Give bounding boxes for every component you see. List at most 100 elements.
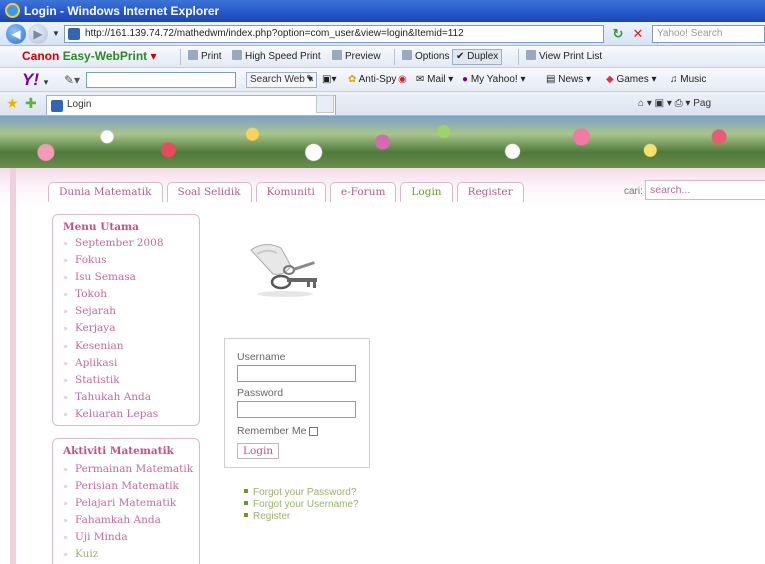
- menu-item-label: Uji Minda: [75, 531, 128, 544]
- bullet-icon: »: [63, 290, 68, 300]
- menu-item-label: Fahamkah Anda: [75, 514, 161, 527]
- games-button[interactable]: ◆ Games ▾: [606, 73, 657, 87]
- tab-favicon-icon: [51, 100, 63, 112]
- options-label: Options: [415, 51, 450, 62]
- bullet-icon: »: [63, 256, 68, 266]
- address-bar: ◀ ▶ ▼ http://161.139.74.72/mathedwm/inde…: [0, 22, 765, 46]
- bullet-icon: »: [63, 239, 68, 248]
- menu-item-tahukah-anda[interactable]: » Tahukah Anda: [63, 389, 164, 406]
- history-dropdown-icon[interactable]: ▼: [52, 29, 60, 38]
- mail-button[interactable]: ✉ Mail ▾: [416, 73, 453, 87]
- menu-item-tokoh[interactable]: » Tokoh: [63, 286, 164, 303]
- menu-item-sejarah[interactable]: » Sejarah: [63, 303, 164, 320]
- pencil-icon[interactable]: ✎▾: [64, 73, 80, 87]
- refresh-button[interactable]: ↻: [610, 26, 626, 42]
- login-links: Forgot your Password? Forgot your Userna…: [244, 487, 359, 523]
- menu-utama-list: » September 2008 » Fokus » Isu Semasa » Toko…: [63, 235, 164, 423]
- nav-tab-soal-selidik[interactable]: Soal Selidik: [166, 182, 252, 202]
- view-print-list-button[interactable]: View Print List: [526, 50, 602, 64]
- menu-item-kesenian[interactable]: » Kesenian: [63, 338, 164, 355]
- preview-button[interactable]: Preview: [332, 50, 381, 64]
- keys-icon: [250, 244, 317, 297]
- browser-search-placeholder: Yahoo! Search: [657, 28, 723, 39]
- menu-item-label: Perisian Matematik: [75, 480, 179, 493]
- page-favicon-icon: [68, 28, 80, 40]
- browser-search-input[interactable]: Yahoo! Search: [652, 25, 765, 43]
- print-button[interactable]: Print: [188, 50, 222, 64]
- register-link[interactable]: Register: [244, 511, 359, 523]
- nav-tab-login[interactable]: Login: [400, 182, 453, 202]
- menu-item-isu-semasa[interactable]: » Isu Semasa: [63, 269, 164, 286]
- bullet-icon: »: [63, 392, 68, 402]
- nav-tab-register[interactable]: Register: [456, 182, 524, 202]
- remember-me-label: Remember Me: [237, 425, 307, 437]
- menu-item-fokus[interactable]: » Fokus: [63, 252, 164, 269]
- anti-spy-icon: ✿: [348, 74, 359, 85]
- music-button[interactable]: ♫ Music: [670, 73, 706, 87]
- menu-item-keluaran-lepas[interactable]: » Keluaran Lepas: [63, 406, 164, 423]
- forgot-password-link[interactable]: Forgot your Password?: [244, 487, 359, 499]
- bullet-icon: »: [63, 273, 68, 283]
- bullet-icon: »: [63, 324, 68, 334]
- favorites-star-icon[interactable]: ★: [6, 95, 19, 112]
- options-button[interactable]: Options: [402, 50, 449, 64]
- highlight-icon[interactable]: ✎: [306, 73, 314, 87]
- news-button[interactable]: ▤ News ▾: [546, 73, 591, 87]
- add-favorite-icon[interactable]: ✚: [25, 95, 37, 112]
- menu-item-september-2008[interactable]: » September 2008: [63, 235, 164, 252]
- bullet-icon: »: [63, 482, 68, 492]
- aktiviti-title: Aktiviti Matematik: [63, 445, 174, 457]
- back-button[interactable]: ◀: [6, 24, 26, 44]
- bullet-icon: »: [63, 499, 68, 509]
- popup-blocker-icon[interactable]: ◉: [398, 73, 407, 87]
- remember-me-checkbox[interactable]: [309, 427, 318, 436]
- news-icon: ▤: [546, 74, 559, 85]
- menu-item-label: Isu Semasa: [75, 271, 136, 284]
- stop-button[interactable]: ✕: [630, 26, 646, 42]
- nav-tab-dunia-matematik[interactable]: Dunia Matematik: [48, 182, 163, 202]
- chevron-down-icon: ▾: [43, 77, 49, 87]
- username-input[interactable]: [237, 365, 356, 382]
- menu-item-label: Keluaran Lepas: [75, 407, 159, 420]
- command-bar[interactable]: ⌂ ▾ ▣ ▾ ⎙ ▾ Pag: [638, 98, 711, 109]
- menu-item-label: Pelajari Matematik: [75, 497, 177, 510]
- bullet-icon: [244, 501, 248, 505]
- browser-tab-login[interactable]: Login: [46, 95, 336, 115]
- menu-item-uji-minda[interactable]: » Uji Minda: [63, 529, 193, 546]
- menu-item-perisian-matematik[interactable]: » Perisian Matematik: [63, 478, 193, 495]
- forward-button[interactable]: ▶: [28, 24, 48, 44]
- menu-item-pelajari-matematik[interactable]: » Pelajari Matematik: [63, 495, 193, 512]
- my-yahoo-button[interactable]: ● My Yahoo! ▾: [462, 73, 526, 87]
- canon-brand[interactable]: Canon Easy-WebPrint ▾: [22, 49, 157, 63]
- yahoo-search-input[interactable]: [86, 72, 236, 88]
- password-input[interactable]: [237, 401, 356, 418]
- print-toolbar: Canon Easy-WebPrint ▾ Print High Speed P…: [0, 46, 765, 68]
- printer-icon: [188, 50, 198, 60]
- menu-item-label: Kerjaya: [75, 322, 116, 335]
- menu-item-kuiz[interactable]: » Kuiz: [63, 546, 193, 563]
- favorites-bar: ★ ✚ Login ⌂ ▾ ▣ ▾ ⎙ ▾ Pag: [0, 92, 765, 116]
- menu-item-kerjaya[interactable]: » Kerjaya: [63, 320, 164, 337]
- nav-tab-komuniti[interactable]: Komuniti: [255, 182, 326, 202]
- nav-tab-e-forum[interactable]: e-Forum: [329, 182, 397, 202]
- duplex-button[interactable]: ✔ Duplex: [452, 49, 503, 65]
- command-bar-label: ⌂ ▾ ▣ ▾ ⎙ ▾ Pag: [638, 98, 712, 109]
- login-button[interactable]: Login: [237, 443, 280, 459]
- anti-spy-button[interactable]: ✿ Anti-Spy: [348, 73, 396, 87]
- tab-title: Login: [67, 99, 92, 110]
- high-speed-print-button[interactable]: High Speed Print: [232, 50, 321, 64]
- menu-item-fahamkah-anda[interactable]: » Fahamkah Anda: [63, 512, 193, 529]
- bullet-icon: »: [63, 516, 68, 526]
- menu-item-statistik[interactable]: » Statistik: [63, 372, 164, 389]
- forgot-username-link[interactable]: Forgot your Username?: [244, 499, 359, 511]
- bookmark-icon[interactable]: ▣▾: [322, 73, 336, 87]
- menu-item-permainan-matematik[interactable]: » Permainan Matematik: [63, 461, 193, 478]
- yahoo-logo[interactable]: Y! ▾: [22, 70, 48, 90]
- url-input[interactable]: http://161.139.74.72/mathedwm/index.php?…: [64, 25, 669, 44]
- menu-item-aplikasi[interactable]: » Aplikasi: [63, 355, 164, 372]
- left-border: [10, 168, 16, 564]
- site-search-input[interactable]: search...: [645, 180, 765, 200]
- bullet-icon: »: [63, 375, 68, 385]
- new-tab-button[interactable]: [316, 95, 334, 113]
- news-label: News: [558, 74, 584, 85]
